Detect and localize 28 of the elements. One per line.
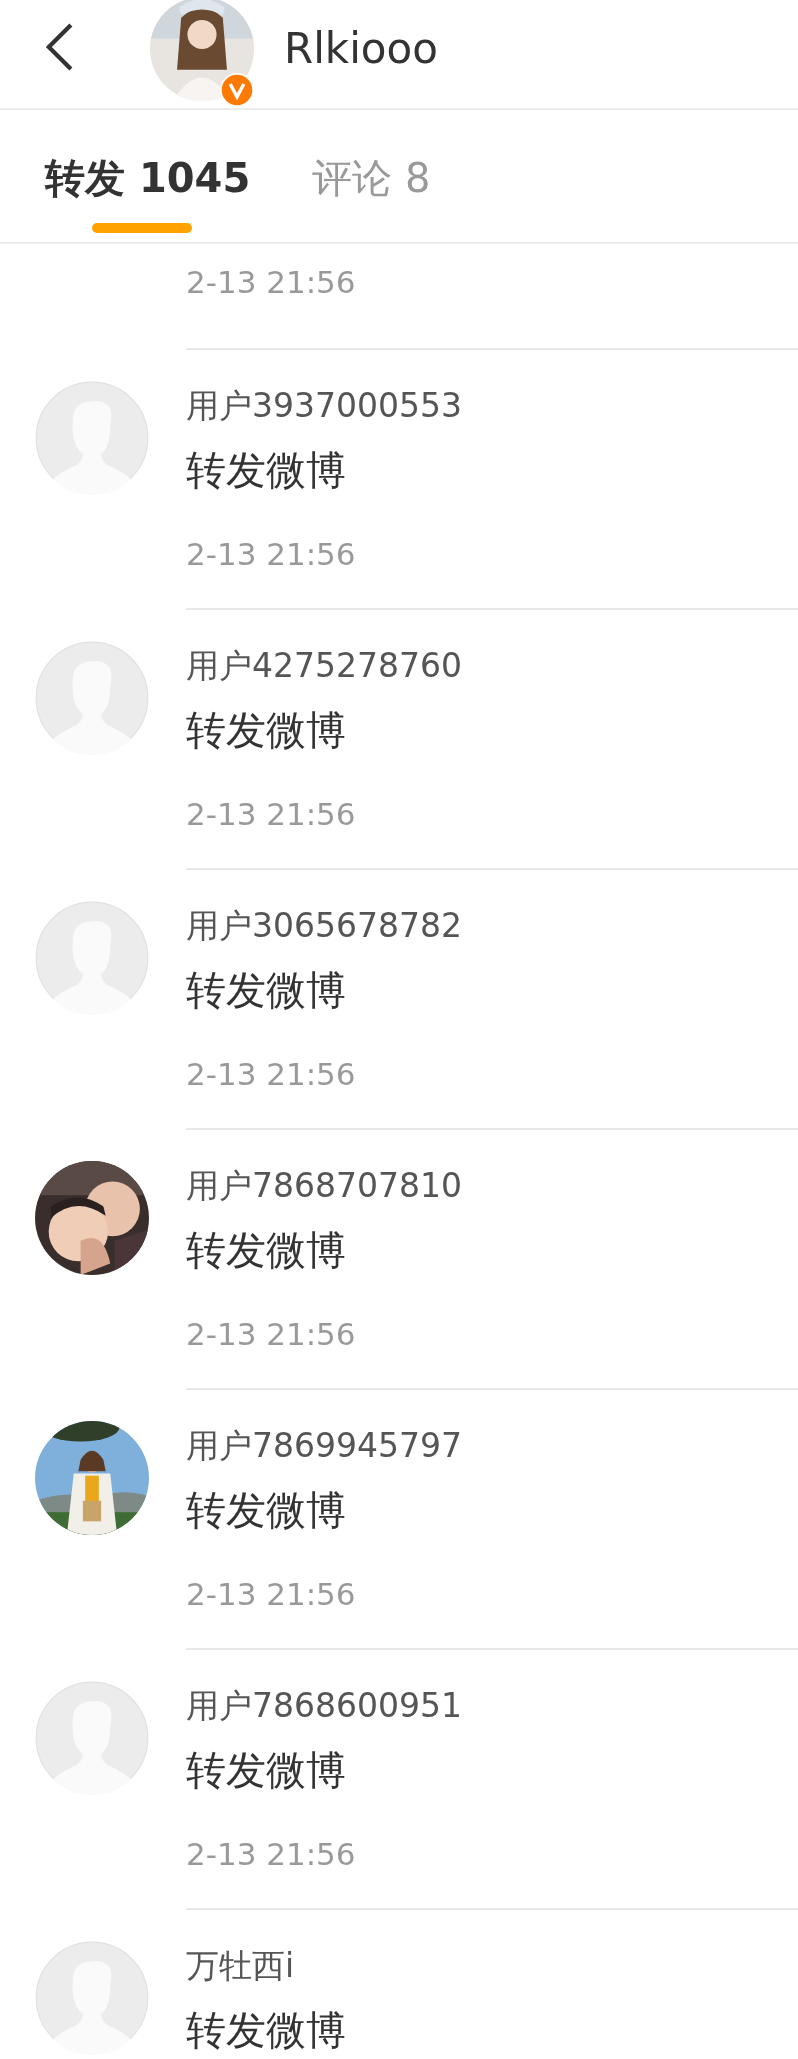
- timestamp: 2-13 21:56: [186, 1576, 357, 1613]
- tab[interactable]: 转发 1045: [45, 110, 251, 242]
- default-avatar-icon: [35, 901, 149, 1015]
- user-name[interactable]: 用户3065678782: [186, 908, 798, 945]
- user-name[interactable]: 万牡西i: [186, 1948, 798, 1985]
- repost-text: 转发微博: [186, 1490, 347, 1531]
- default-avatar-icon: [35, 1681, 149, 1795]
- default-avatar-icon: [35, 641, 149, 755]
- default-avatar-icon: [35, 1941, 149, 2055]
- timestamp: 2-13 21:56: [186, 1316, 357, 1353]
- timestamp: 2-13 21:56: [186, 1836, 357, 1873]
- user-name[interactable]: 用户3937000553: [186, 388, 798, 425]
- timestamp: 2-13 21:56: [186, 536, 357, 573]
- repost-text: 转发微博: [186, 450, 347, 491]
- repost-text: 转发微博: [186, 2010, 347, 2051]
- user-name: Rlkiooo: [284, 23, 438, 73]
- user-name[interactable]: 用户7869945797: [186, 1428, 798, 1465]
- timestamp: 2-13 21:56: [186, 264, 357, 300]
- timestamp: 2-13 21:56: [186, 796, 357, 833]
- user-name[interactable]: 用户7868707810: [186, 1168, 798, 1205]
- timestamp: 2-13 21:56: [186, 1056, 357, 1093]
- user-name[interactable]: 用户4275278760: [186, 648, 798, 685]
- default-avatar-icon: [35, 381, 149, 495]
- repost-text: 转发微博: [186, 710, 347, 751]
- user-name[interactable]: 用户7868600951: [186, 1688, 798, 1725]
- repost-text: 转发微博: [186, 1230, 347, 1271]
- repost-text: 转发微博: [186, 970, 347, 1011]
- repost-text: 转发微博: [186, 1750, 347, 1791]
